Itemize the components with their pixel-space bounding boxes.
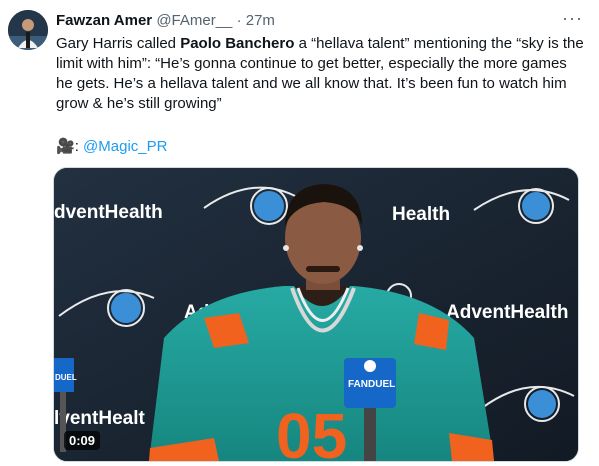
- video-frame: dventHealth Health Adv AdventHealth lven…: [54, 168, 578, 461]
- backdrop-text-2: Health: [392, 204, 450, 225]
- separator-dot: ·: [236, 12, 242, 29]
- author-handle[interactable]: @FAmer__: [156, 12, 232, 29]
- more-icon[interactable]: ···: [562, 8, 583, 29]
- backdrop-text-1: dventHealth: [54, 202, 163, 223]
- mention-name: Paolo Banchero: [180, 35, 295, 52]
- jersey-number: 05: [276, 400, 347, 461]
- author-name[interactable]: Fawzan Amer: [56, 12, 152, 29]
- avatar[interactable]: [8, 10, 48, 50]
- post-time[interactable]: 27m: [246, 12, 275, 29]
- credit-colon: :: [74, 138, 84, 155]
- video-player[interactable]: dventHealth Health Adv AdventHealth lven…: [53, 167, 579, 462]
- tweet-text-part-1: Gary Harris called: [56, 35, 181, 52]
- tweet-text: Gary Harris called Paolo Banchero a “hel…: [56, 34, 586, 114]
- backdrop-text-4: AdventHealth: [446, 302, 568, 323]
- credit-link[interactable]: @Magic_PR: [83, 138, 167, 155]
- avatar-image: [8, 10, 48, 50]
- tweet-header: Fawzan Amer @FAmer__ · 27m: [56, 12, 275, 30]
- mic-brand-label: FANDUEL: [348, 379, 395, 390]
- video-credit: 🎥: @Magic_PR: [56, 137, 167, 157]
- video-camera-icon: 🎥: [56, 138, 75, 155]
- backdrop-text-5: lventHealt: [54, 408, 145, 429]
- video-duration-badge: 0:09: [64, 431, 101, 450]
- mic-left-label: DUEL: [55, 373, 77, 382]
